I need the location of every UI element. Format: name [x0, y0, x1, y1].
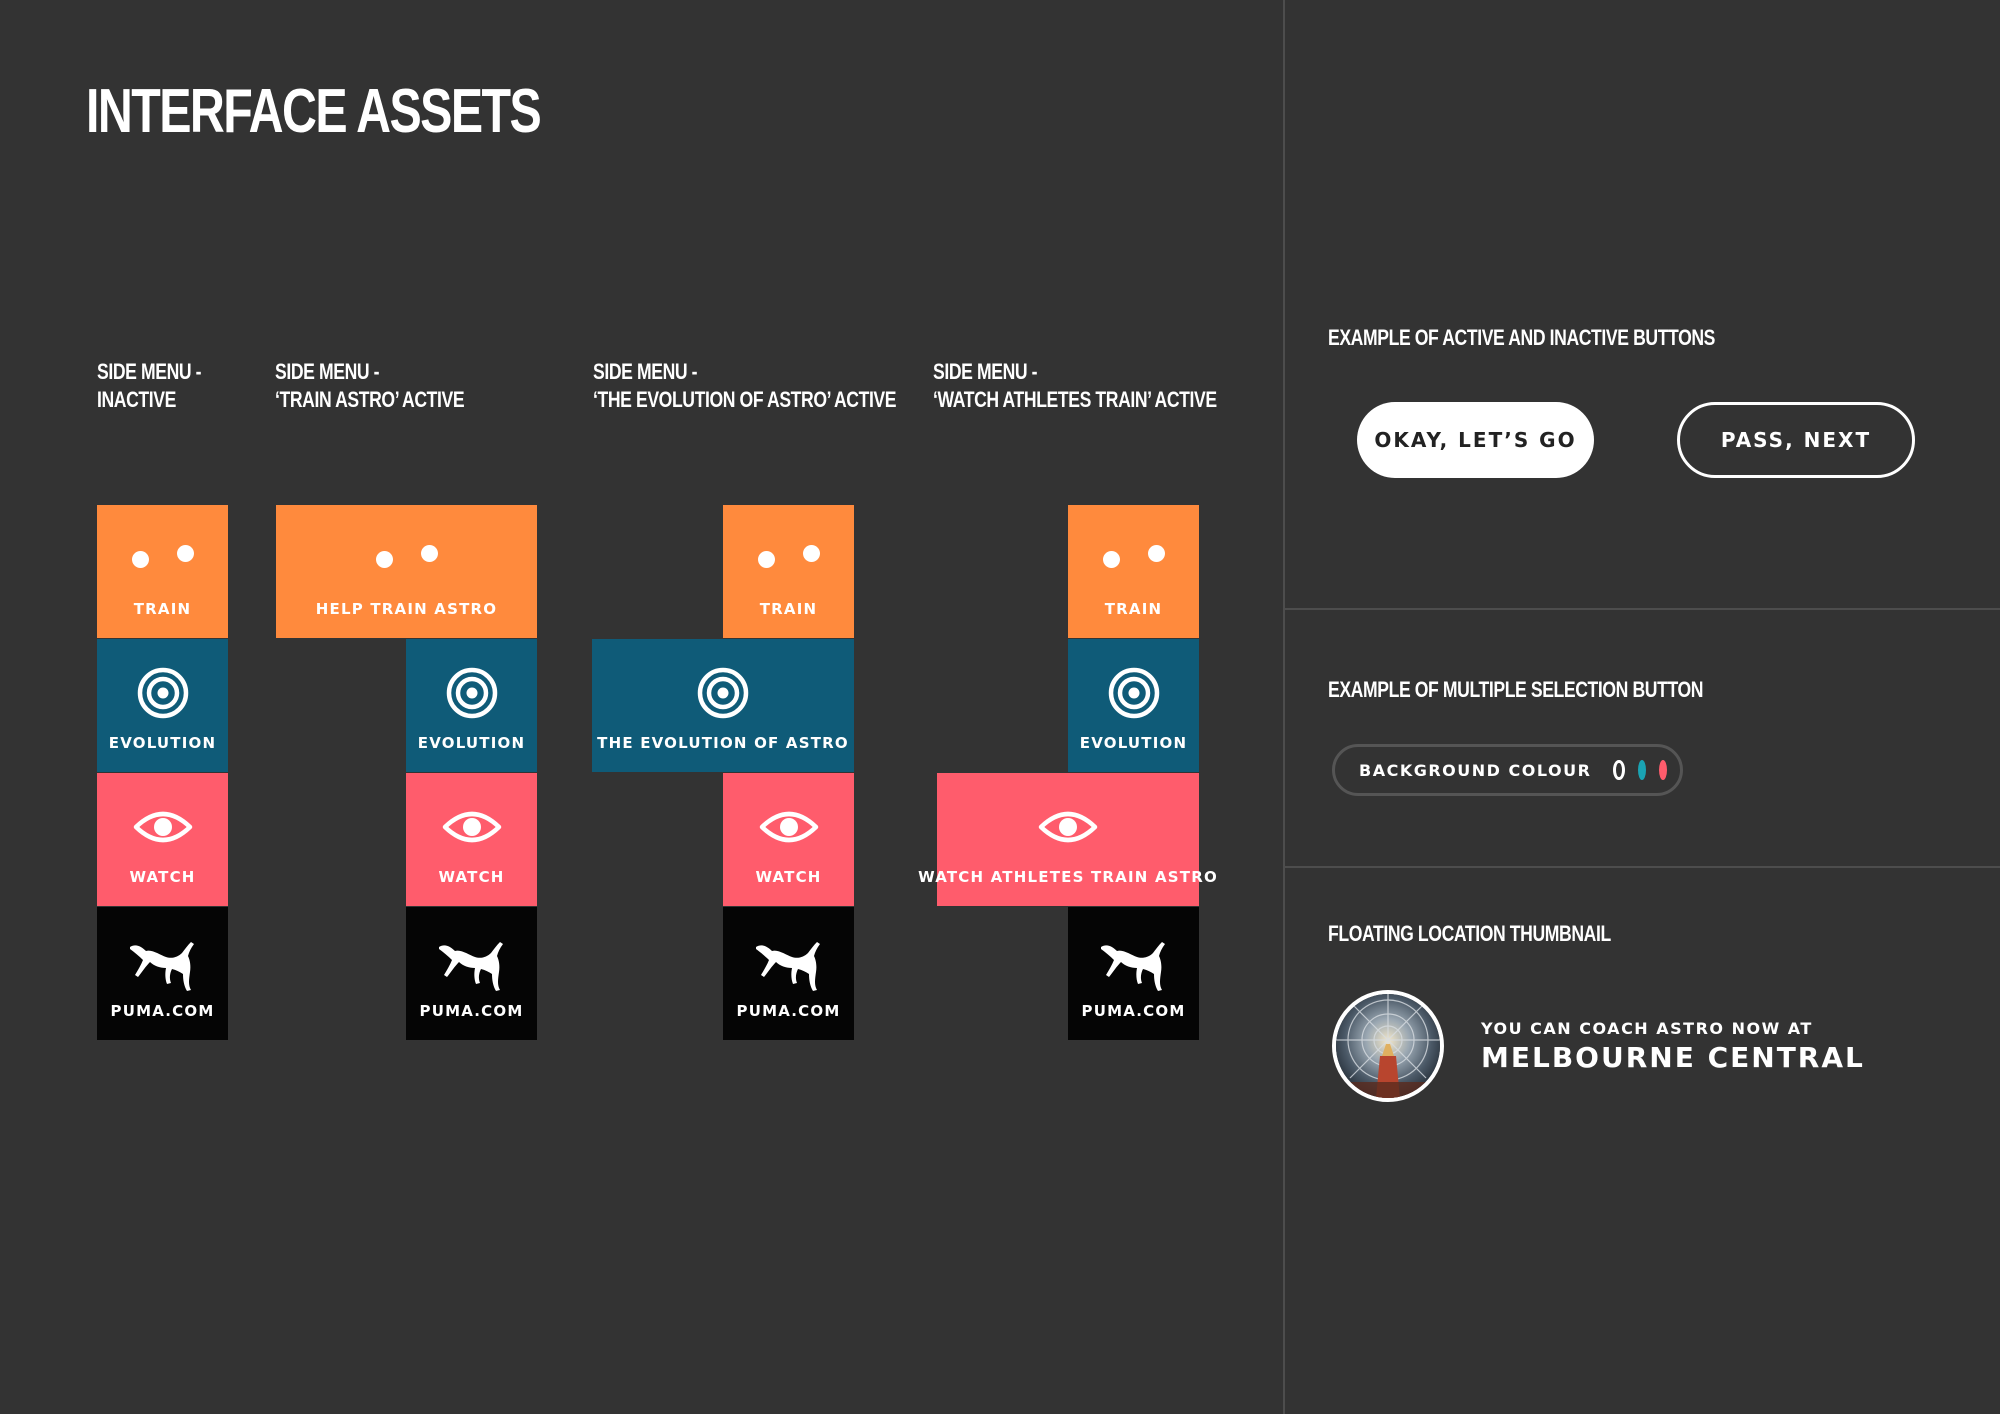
menu-item-label: PUMA.COM	[110, 1002, 215, 1020]
menu-item-label: PUMA.COM	[419, 1002, 524, 1020]
menu-item-watch[interactable]: WATCH	[406, 773, 537, 906]
horizontal-divider	[1285, 866, 2000, 868]
menu-item-watch[interactable]: WATCH	[723, 773, 854, 906]
swatch-pink[interactable]	[1659, 760, 1667, 780]
menu-item-label: WATCH	[438, 868, 505, 886]
puma-logo-icon	[438, 942, 503, 991]
menu-item-label: TRAIN	[1104, 600, 1163, 618]
menu-item-watch-active[interactable]: WATCH ATHLETES TRAIN ASTRO	[918, 773, 1217, 906]
horizontal-divider	[1285, 608, 2000, 610]
puma-logo-icon	[755, 942, 820, 991]
location-thumbnail[interactable]	[1332, 990, 1444, 1102]
eye-icon	[1038, 811, 1098, 843]
location-thumbnail-heading: FLOATING LOCATION THUMBNAIL	[1328, 921, 1611, 946]
puma-logo-icon	[129, 942, 194, 991]
menu-item-evolution[interactable]: EVOLUTION	[406, 639, 537, 772]
menu-item-label: THE EVOLUTION OF ASTRO	[597, 734, 849, 752]
multi-select-heading: EXAMPLE OF MULTIPLE SELECTION BUTTON	[1328, 677, 1704, 702]
background-colour-selector[interactable]: BACKGROUND COLOUR	[1332, 744, 1683, 796]
puma-logo-icon	[1100, 942, 1165, 991]
menu-item-evolution[interactable]: EVOLUTION	[1068, 639, 1199, 772]
face-icon	[375, 545, 438, 568]
eye-icon	[442, 811, 501, 843]
buttons-example-heading: EXAMPLE OF ACTIVE AND INACTIVE BUTTONS	[1328, 325, 1716, 350]
target-icon	[1108, 667, 1159, 719]
menu-item-label: WATCH	[129, 868, 196, 886]
menu-item-label: PUMA.COM	[736, 1002, 841, 1020]
face-icon	[1102, 545, 1165, 568]
location-subtitle: YOU CAN COACH ASTRO NOW AT	[1481, 1019, 1813, 1038]
location-photo-icon	[1336, 994, 1440, 1098]
vertical-divider	[1283, 0, 1285, 1414]
swatch-teal[interactable]	[1638, 760, 1646, 780]
menu-item-label: HELP TRAIN ASTRO	[315, 600, 498, 618]
menu-item-label: TRAIN	[133, 600, 192, 618]
page-title: INTERFACE ASSETS	[86, 77, 542, 146]
menu-item-evolution[interactable]: EVOLUTION	[97, 639, 228, 772]
eye-icon	[133, 811, 192, 843]
menu-item-label: TRAIN	[759, 600, 818, 618]
menu-item-train[interactable]: TRAIN	[97, 505, 228, 638]
column-heading-train-active: SIDE MENU - ‘TRAIN ASTRO’ ACTIVE	[275, 359, 465, 412]
target-icon	[446, 667, 497, 719]
menu-item-train[interactable]: TRAIN	[723, 505, 854, 638]
menu-item-label: EVOLUTION	[1079, 734, 1188, 752]
menu-item-puma[interactable]: PUMA.COM	[406, 907, 537, 1040]
pass-next-button[interactable]: PASS, NEXT	[1677, 402, 1915, 478]
target-icon	[697, 667, 749, 719]
face-icon	[131, 545, 194, 568]
swatch-dark[interactable]	[1613, 760, 1625, 780]
target-icon	[137, 667, 188, 719]
menu-item-puma[interactable]: PUMA.COM	[1068, 907, 1199, 1040]
face-icon	[757, 545, 820, 568]
menu-item-watch[interactable]: WATCH	[97, 773, 228, 906]
eye-icon	[759, 811, 818, 843]
column-heading-evolution-active: SIDE MENU - ‘THE EVOLUTION OF ASTRO’ ACT…	[593, 359, 897, 412]
background-colour-label: BACKGROUND COLOUR	[1359, 760, 1592, 780]
menu-item-label: WATCH	[755, 868, 822, 886]
menu-item-train[interactable]: TRAIN	[1068, 505, 1199, 638]
okay-lets-go-button[interactable]: OKAY, LET’S GO	[1357, 402, 1594, 478]
menu-item-label: PUMA.COM	[1081, 1002, 1186, 1020]
menu-item-train-active[interactable]: HELP TRAIN ASTRO	[276, 505, 537, 638]
menu-item-label: EVOLUTION	[108, 734, 217, 752]
column-heading-watch-active: SIDE MENU - ‘WATCH ATHLETES TRAIN’ ACTIV…	[933, 359, 1217, 412]
location-name: MELBOURNE CENTRAL	[1481, 1041, 1865, 1074]
menu-item-puma[interactable]: PUMA.COM	[97, 907, 228, 1040]
column-heading-inactive: SIDE MENU - INACTIVE	[97, 359, 202, 412]
menu-item-evolution-active[interactable]: THE EVOLUTION OF ASTRO	[592, 639, 854, 772]
menu-item-label: WATCH ATHLETES TRAIN ASTRO	[918, 868, 1218, 886]
menu-item-puma[interactable]: PUMA.COM	[723, 907, 854, 1040]
menu-item-label: EVOLUTION	[417, 734, 526, 752]
